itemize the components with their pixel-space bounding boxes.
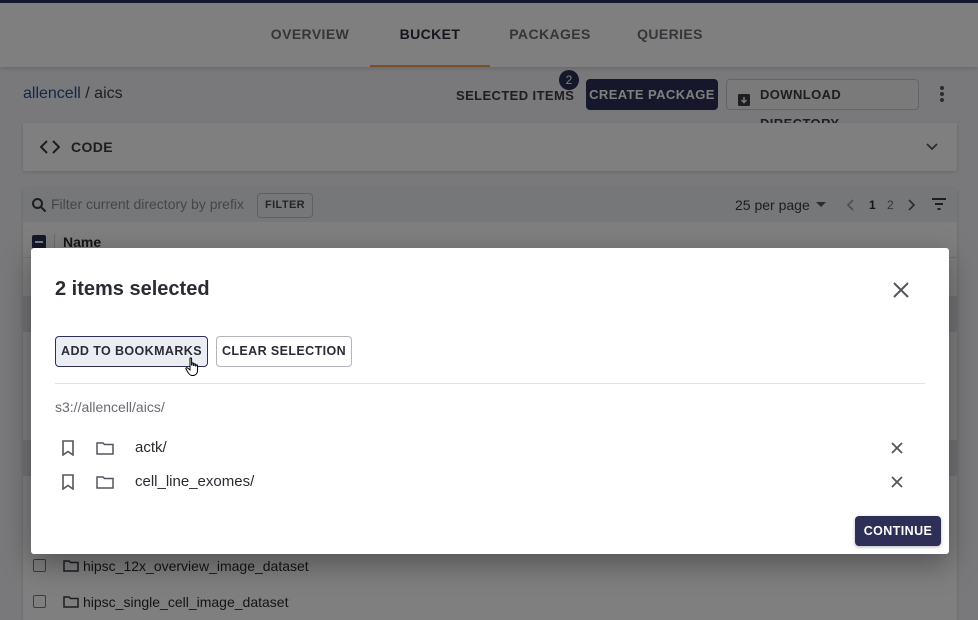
- folder-icon: [96, 441, 114, 460]
- folder-icon: [96, 475, 114, 494]
- pointer-cursor-icon: [185, 357, 201, 382]
- selected-item-name[interactable]: cell_line_exomes/: [135, 473, 254, 490]
- close-icon[interactable]: [889, 278, 913, 302]
- selection-path: s3://allencell/aics/: [55, 399, 165, 415]
- dialog-title: 2 items selected: [55, 278, 210, 300]
- clear-selection-button[interactable]: CLEAR SELECTION: [216, 336, 352, 367]
- selection-dialog: 2 items selected ADD TO BOOKMARKS CLEAR …: [31, 248, 949, 554]
- selected-item-name[interactable]: actk/: [135, 439, 167, 456]
- dialog-divider: [55, 383, 925, 384]
- bookmark-icon[interactable]: [61, 440, 75, 461]
- continue-button[interactable]: CONTINUE: [855, 516, 941, 546]
- remove-item-icon[interactable]: [889, 440, 905, 461]
- remove-item-icon[interactable]: [889, 474, 905, 495]
- bookmark-icon[interactable]: [61, 474, 75, 495]
- selected-item: cell_line_exomes/: [55, 467, 925, 497]
- selected-item: actk/: [55, 433, 925, 463]
